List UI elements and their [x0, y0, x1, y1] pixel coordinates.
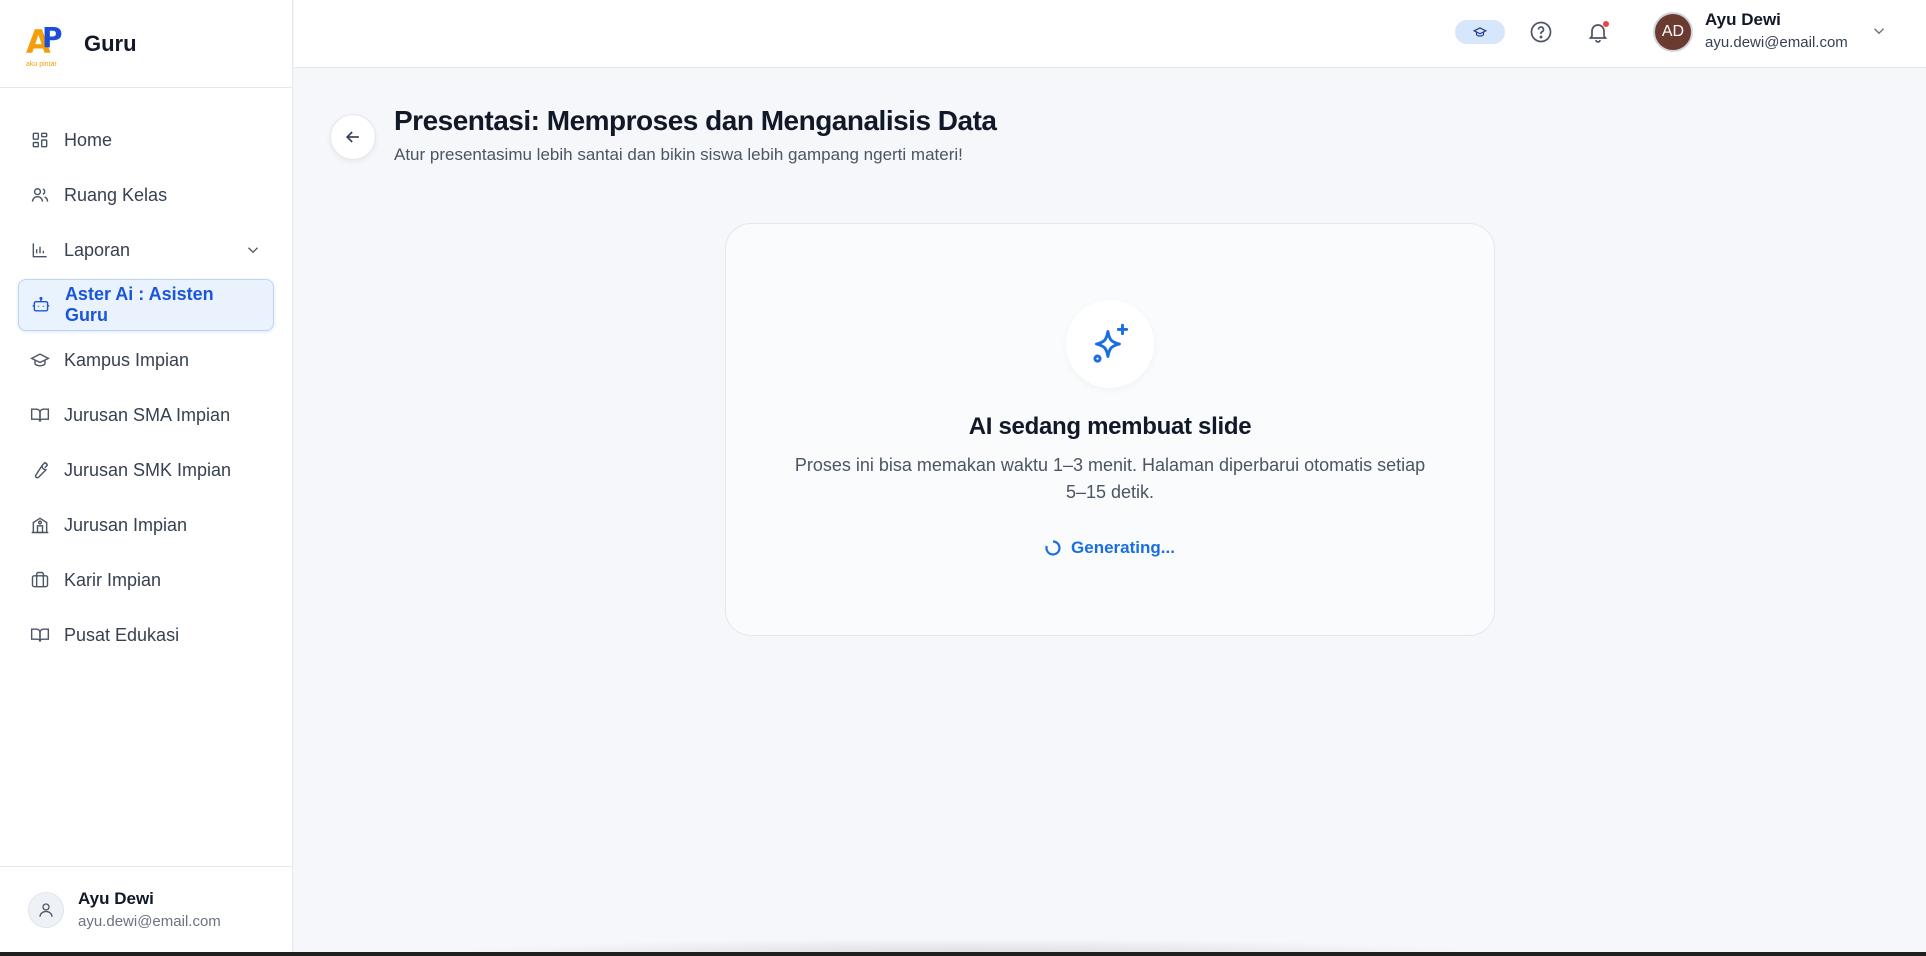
- sidebar-item-label: Pusat Edukasi: [64, 624, 180, 645]
- sidebar-item-karir-impian[interactable]: Karir Impian: [18, 554, 274, 606]
- sidebar-item-home[interactable]: Home: [18, 114, 274, 166]
- header-user-info[interactable]: Ayu Dewi ayu.dewi@email.com: [1705, 10, 1848, 51]
- top-header: AD Ayu Dewi ayu.dewi@email.com: [294, 0, 1926, 68]
- sidebar-item-label: Aster Ai : Asisten Guru: [64, 284, 214, 325]
- window-bottom-edge: [0, 952, 1926, 956]
- notification-dot: [1603, 21, 1609, 27]
- briefcase-icon: [31, 571, 49, 588]
- back-button[interactable]: [330, 114, 376, 160]
- sidebar-item-pusat-edukasi[interactable]: Pusat Edukasi: [18, 609, 274, 661]
- sidebar-item-label: Jurusan Impian: [64, 514, 188, 535]
- sidebar-item-kampus-impian[interactable]: Kampus Impian: [18, 334, 274, 386]
- book-open-icon: [30, 408, 50, 422]
- sidebar-item-jurusan-sma-impian[interactable]: Jurusan SMA Impian: [18, 389, 274, 441]
- sidebar-item-label: Ruang Kelas: [64, 184, 168, 205]
- page-subtitle: Atur presentasimu lebih santai dan bikin…: [394, 145, 963, 164]
- sidebar-user-email: ayu.dewi@email.com: [78, 913, 221, 930]
- help-button[interactable]: [1527, 18, 1555, 46]
- aku-pintar-logo: AP aku pintar: [26, 20, 63, 68]
- sidebar-user-name: Ayu Dewi: [78, 889, 154, 908]
- brand-name: Guru: [84, 30, 137, 56]
- bar-chart-icon: [32, 243, 47, 258]
- sidebar-nav: Home Ruang Kelas Laporan Aster Ai : Asis…: [0, 88, 292, 866]
- header-user-name: Ayu Dewi: [1705, 10, 1781, 29]
- sidebar-user-profile[interactable]: Ayu Dewi ayu.dewi@email.com: [0, 866, 292, 952]
- avatar[interactable]: AD: [1653, 12, 1693, 52]
- sidebar-item-label: Kampus Impian: [64, 349, 190, 370]
- generating-label: Generating...: [1071, 538, 1175, 557]
- sidebar-item-label: Home: [64, 129, 113, 150]
- sidebar: AP aku pintar Guru Home Ruang Kelas Lapo…: [0, 0, 293, 952]
- sidebar-item-label: Jurusan SMK Impian: [64, 459, 232, 480]
- graduation-cap-icon: [30, 353, 50, 367]
- page-title: Presentasi: Memproses dan Menganalisis D…: [394, 105, 997, 136]
- sidebar-item-ruang-kelas[interactable]: Ruang Kelas: [18, 169, 274, 221]
- building-icon: [31, 517, 49, 534]
- graduation-cap-icon: [1473, 27, 1487, 37]
- chevron-down-icon: [1874, 28, 1884, 35]
- sparkle-badge: [1066, 300, 1154, 388]
- brand[interactable]: AP aku pintar Guru: [0, 0, 292, 88]
- card-title: AI sedang membuat slide: [968, 413, 1252, 440]
- user-icon: [39, 902, 53, 917]
- arrow-left-icon: [345, 131, 359, 143]
- sidebar-item-label: Laporan: [64, 239, 131, 260]
- book-icon: [30, 628, 50, 642]
- generating-status: Generating...: [726, 538, 1494, 558]
- sidebar-item-jurusan-smk-impian[interactable]: Jurusan SMK Impian: [18, 444, 274, 496]
- header-user-email: ayu.dewi@email.com: [1705, 34, 1848, 51]
- sidebar-item-aster-ai[interactable]: Aster Ai : Asisten Guru: [18, 279, 274, 331]
- sidebar-user-info: Ayu Dewi ayu.dewi@email.com: [78, 889, 221, 930]
- sparkles-icon: [1093, 323, 1129, 363]
- role-badge[interactable]: [1455, 20, 1505, 44]
- generation-status-card: AI sedang membuat slide Proses ini bisa …: [725, 223, 1495, 636]
- avatar: [28, 891, 64, 928]
- sidebar-item-label: Jurusan SMA Impian: [64, 404, 231, 425]
- user-menu-toggle[interactable]: [1870, 22, 1890, 42]
- wrench-icon: [34, 461, 49, 479]
- spinner-icon: [1045, 540, 1061, 556]
- users-icon: [31, 188, 49, 202]
- chevron-down-icon: [248, 247, 258, 254]
- card-description: Proses ini bisa memakan waktu 1–3 menit.…: [794, 455, 1426, 502]
- robot-icon: [32, 296, 50, 312]
- sidebar-item-label: Karir Impian: [64, 569, 162, 590]
- sidebar-item-laporan[interactable]: Laporan: [18, 224, 274, 276]
- home-grid-icon: [32, 132, 48, 148]
- notification-button[interactable]: [1584, 18, 1612, 46]
- sidebar-item-jurusan-impian[interactable]: Jurusan Impian: [18, 499, 274, 551]
- help-circle-icon: [1530, 21, 1552, 43]
